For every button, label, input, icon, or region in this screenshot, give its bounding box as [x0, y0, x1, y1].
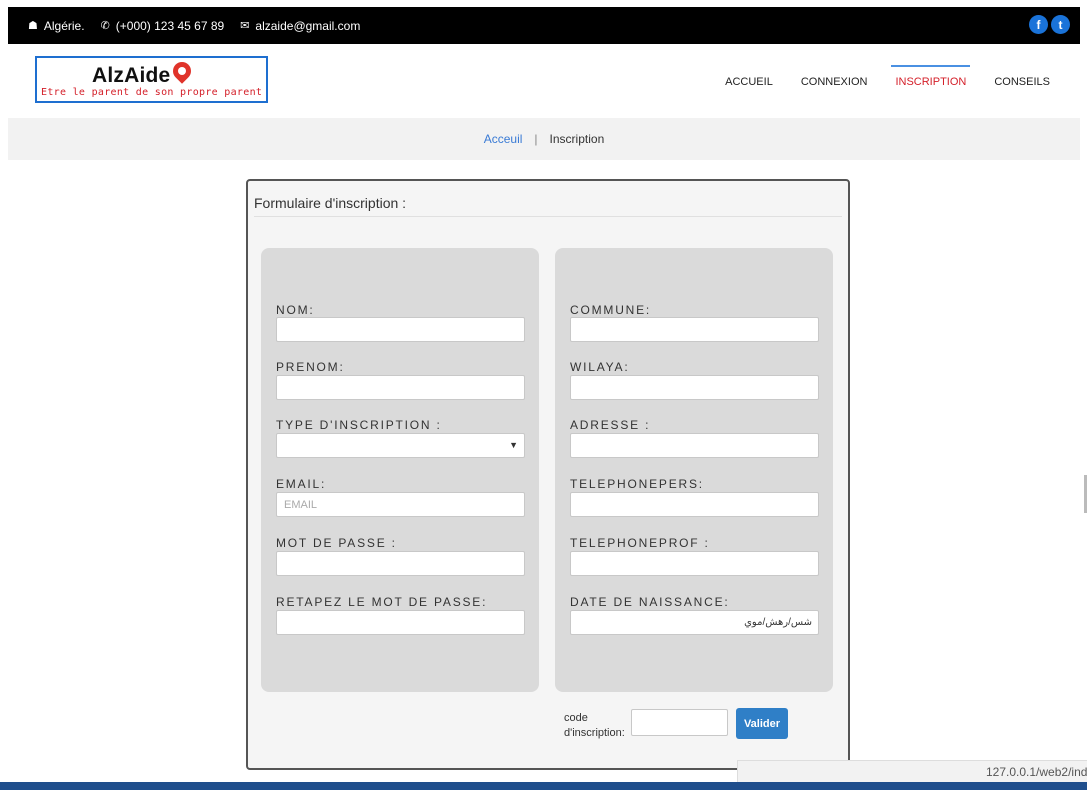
email-item[interactable]: ✉ alzaide@gmail.com	[240, 19, 360, 33]
code-inscription-input[interactable]	[631, 709, 728, 736]
prenom-label: PRENOM:	[276, 360, 345, 374]
location-item: ☗ Algérie.	[28, 19, 85, 33]
prenom-input[interactable]	[276, 375, 525, 400]
adresse-input[interactable]	[570, 433, 819, 458]
password-confirm-label: RETAPEZ LE MOT DE PASSE:	[276, 595, 488, 609]
title-divider	[254, 216, 842, 217]
top-contact-bar: ☗ Algérie. ✆ (+000) 123 45 67 89 ✉ alzai…	[8, 7, 1080, 44]
commune-input[interactable]	[570, 317, 819, 342]
type-inscription-select[interactable]: ▼	[276, 433, 525, 458]
phone-item: ✆ (+000) 123 45 67 89	[101, 19, 225, 33]
email-label: EMAIL:	[276, 477, 327, 491]
phone-text: (+000) 123 45 67 89	[115, 18, 225, 33]
os-taskbar	[0, 782, 1087, 790]
social-links: f t	[1029, 15, 1070, 34]
chevron-down-icon: ▼	[509, 440, 518, 450]
wilaya-label: WILAYA:	[570, 360, 630, 374]
brand-tagline: Etre le parent de son propre parent	[41, 87, 263, 98]
code-inscription-label: code d'inscription:	[564, 712, 625, 739]
personal-info-column: NOM: PRENOM: TYPE D'INSCRIPTION : ▼ EMAI…	[261, 248, 539, 692]
browser-status-url: 127.0.0.1/web2/index.htm	[737, 760, 1087, 782]
site-logo[interactable]: AlzAide Etre le parent de son propre par…	[35, 56, 268, 103]
main-nav: ACCUEIL CONNEXION INSCRIPTION CONSEILS	[697, 65, 1050, 88]
envelope-icon: ✉	[240, 20, 250, 32]
telephone-prof-label: TELEPHONEPROF :	[570, 536, 710, 550]
email-input[interactable]	[276, 492, 525, 517]
email-text[interactable]: alzaide@gmail.com	[255, 19, 360, 33]
wilaya-input[interactable]	[570, 375, 819, 400]
facebook-icon[interactable]: f	[1029, 15, 1048, 34]
nav-accueil[interactable]: ACCUEIL	[725, 76, 773, 88]
date-naissance-label: DATE DE NAISSANCE:	[570, 595, 730, 609]
nom-label: NOM:	[276, 303, 315, 317]
telephone-pers-label: TELEPHONEPERS:	[570, 477, 704, 491]
breadcrumb-separator: |	[534, 132, 538, 146]
twitter-icon[interactable]: t	[1051, 15, 1070, 34]
nav-conseils[interactable]: CONSEILS	[994, 76, 1050, 88]
breadcrumb-home-link[interactable]: Acceuil	[484, 132, 523, 146]
nav-connexion[interactable]: CONNEXION	[801, 76, 868, 88]
breadcrumb-current: Inscription	[549, 132, 605, 146]
nav-inscription[interactable]: INSCRIPTION	[891, 65, 971, 88]
password-input[interactable]	[276, 551, 525, 576]
breadcrumb: Acceuil | Inscription	[8, 118, 1080, 160]
password-confirm-input[interactable]	[276, 610, 525, 635]
registration-form-panel: Formulaire d'inscription : NOM: PRENOM: …	[246, 179, 850, 770]
telephone-pers-input[interactable]	[570, 492, 819, 517]
adresse-label: ADRESSE :	[570, 418, 651, 432]
valider-button[interactable]: Valider	[736, 708, 788, 739]
phone-icon: ✆	[100, 20, 110, 32]
type-inscription-label: TYPE D'INSCRIPTION :	[276, 418, 442, 432]
brand-name: AlzAide	[92, 64, 171, 87]
commune-label: COMMUNE:	[570, 303, 652, 317]
home-icon: ☗	[28, 20, 38, 32]
password-label: MOT DE PASSE :	[276, 536, 397, 550]
map-pin-icon	[169, 58, 195, 84]
location-text: Algérie.	[43, 18, 85, 33]
contact-info-column: COMMUNE: WILAYA: ADRESSE : TELEPHONEPERS…	[555, 248, 833, 692]
date-naissance-input[interactable]: شس/رهش/موي	[570, 610, 819, 635]
nom-input[interactable]	[276, 317, 525, 342]
form-title: Formulaire d'inscription :	[254, 195, 407, 211]
telephone-prof-input[interactable]	[570, 551, 819, 576]
site-header: AlzAide Etre le parent de son propre par…	[8, 44, 1080, 118]
